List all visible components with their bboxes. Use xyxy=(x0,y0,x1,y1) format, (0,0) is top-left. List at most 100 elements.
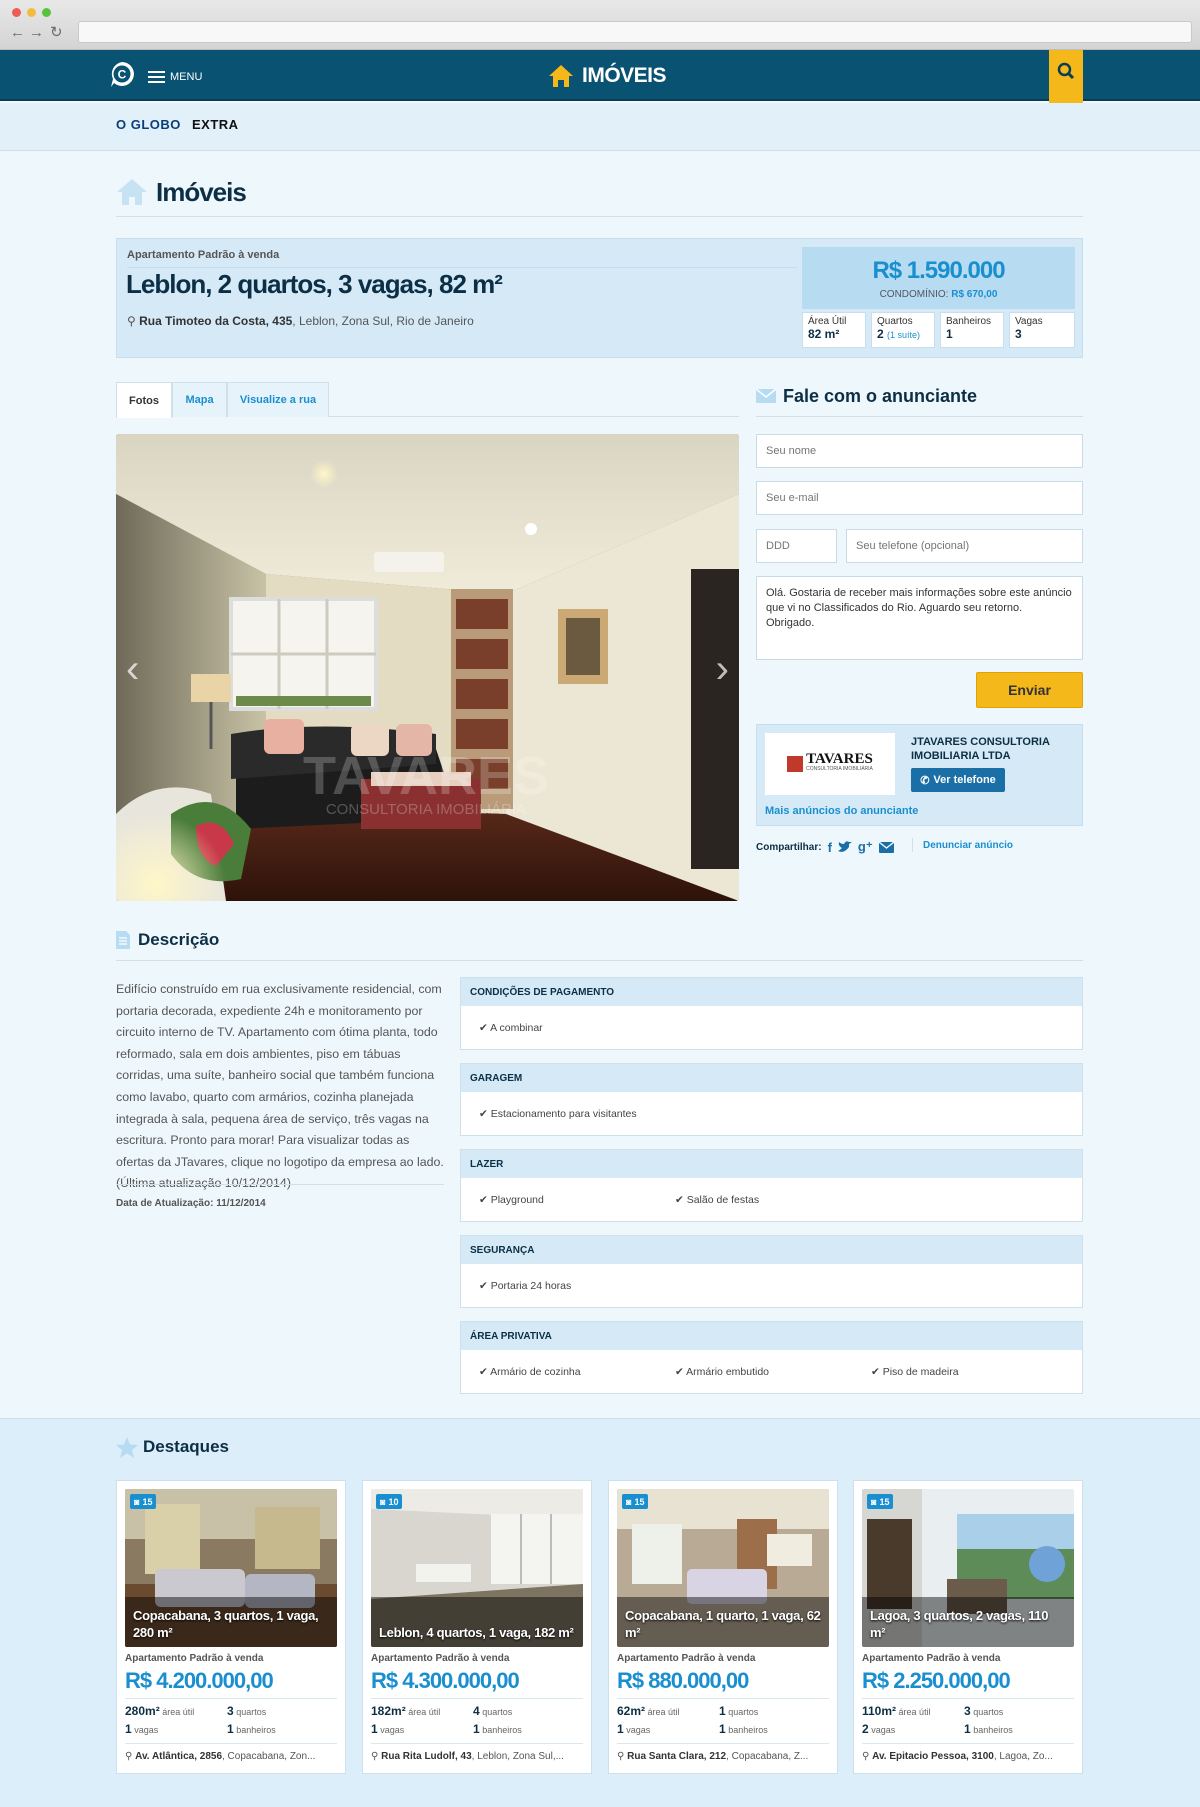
tab-fotos[interactable]: Fotos xyxy=(116,382,172,418)
next-photo-arrow-icon[interactable]: › xyxy=(716,649,729,689)
star-icon xyxy=(116,1437,138,1458)
extra-brand-link[interactable]: EXTRA xyxy=(192,117,239,132)
page-title: Imóveis xyxy=(156,177,247,207)
site-title[interactable]: IMÓVEIS xyxy=(548,62,667,90)
home-outline-icon xyxy=(117,179,147,205)
home-icon xyxy=(549,65,573,87)
minimize-window-dot[interactable] xyxy=(27,8,36,17)
stat-area: Área Útil 82 m² xyxy=(802,312,866,348)
photo-count-badge: ◙ 10 xyxy=(376,1494,403,1509)
maximize-window-dot[interactable] xyxy=(42,8,51,17)
card-price: R$ 4.300.000,00 xyxy=(371,1668,520,1693)
feature-item: ✔ Salão de festas xyxy=(675,1194,760,1206)
map-pin-icon: ⚲ xyxy=(862,1751,870,1762)
card-title: Lagoa, 3 quartos, 2 vagas, 110 m² xyxy=(870,1608,1049,1640)
feature-item: ✔ Portaria 24 horas xyxy=(479,1280,572,1292)
camera-icon: ◙ xyxy=(380,1496,386,1507)
highlight-card[interactable]: ◙ 15 Lagoa, 3 quartos, 2 vagas, 110 m² Ap… xyxy=(853,1480,1083,1774)
feature-item: ✔ Piso de madeira xyxy=(871,1366,959,1378)
report-ad-link[interactable]: Denunciar anúncio xyxy=(923,840,1013,851)
phone-input[interactable] xyxy=(846,529,1083,563)
highlight-card[interactable]: ◙ 15 Copacabana, 3 quartos, 1 vaga, 280 m… xyxy=(116,1480,346,1774)
twitter-icon[interactable] xyxy=(837,841,852,853)
media-tabs: Fotos Mapa Visualize a rua xyxy=(116,382,739,418)
price-box: R$ 1.590.000 CONDOMÍNIO: R$ 670,00 Área … xyxy=(802,247,1075,351)
divider xyxy=(116,216,1083,217)
feature-item: ✔ Armário embutido xyxy=(675,1366,770,1378)
condo-value: R$ 670,00 xyxy=(951,289,998,300)
send-button[interactable]: Enviar xyxy=(976,672,1083,708)
card-type: Apartamento Padrão à venda xyxy=(862,1653,1001,1664)
camera-icon: ◙ xyxy=(871,1496,877,1507)
highlight-card[interactable]: ◙ 15 Copacabana, 1 quarto, 1 vaga, 62 m² … xyxy=(608,1480,838,1774)
advertiser-box: TAVARES CONSULTORIA IMOBILIÁRIA JTAVARES… xyxy=(756,724,1083,826)
map-pin-icon: ⚲ xyxy=(371,1751,379,1762)
site-title-text: IMÓVEIS xyxy=(582,64,667,87)
advertiser-logo-mark: TAVARES CONSULTORIA IMOBILIÁRIA xyxy=(787,751,873,774)
tab-street-view[interactable]: Visualize a rua xyxy=(227,382,329,417)
previous-photo-arrow-icon[interactable]: ‹ xyxy=(126,649,139,689)
email-share-icon[interactable] xyxy=(878,841,894,853)
card-title: Leblon, 4 quartos, 1 vaga, 182 m² xyxy=(379,1625,574,1640)
divider xyxy=(371,1743,583,1744)
address-bar[interactable] xyxy=(78,21,1192,43)
close-window-dot[interactable] xyxy=(12,8,21,17)
living-room-photo: TAVARES CONSULTORIA IMOBILIÁRIA xyxy=(116,434,739,901)
photo-count-badge: ◙ 15 xyxy=(622,1494,649,1509)
tab-mapa[interactable]: Mapa xyxy=(172,382,227,417)
stat-value: 1 xyxy=(946,327,953,341)
listing-summary: Apartamento Padrão à venda Leblon, 2 qua… xyxy=(116,238,1083,358)
back-icon[interactable]: ← xyxy=(10,25,25,41)
price-panel: R$ 1.590.000 CONDOMÍNIO: R$ 670,00 xyxy=(802,247,1075,309)
listing-title: Leblon, 2 quartos, 3 vagas, 82 m² xyxy=(126,269,503,299)
card-photo: ◙ 15 Lagoa, 3 quartos, 2 vagas, 110 m² xyxy=(862,1489,1074,1647)
stat-value: 3 xyxy=(1015,327,1022,341)
update-date: Data de Atualização: 11/12/2014 xyxy=(116,1198,266,1209)
envelope-icon xyxy=(756,389,776,403)
search-icon xyxy=(1057,62,1075,80)
divider xyxy=(125,1743,337,1744)
stat-bathrooms: Banheiros 1 xyxy=(940,312,1004,348)
card-photo: ◙ 10 Leblon, 4 quartos, 1 vaga, 182 m² xyxy=(371,1489,583,1647)
name-input[interactable] xyxy=(756,434,1083,468)
oglobo-brand-link[interactable]: O GLOBO xyxy=(116,117,181,132)
listing-photo[interactable]: TAVARES CONSULTORIA IMOBILIÁRIA ‹ › xyxy=(116,434,739,901)
reload-icon[interactable]: ↻ xyxy=(50,25,63,41)
card-parking: 1 vagas xyxy=(617,1722,651,1736)
feature-box-private-area: ÁREA PRIVATIVA ✔ Armário de cozinha ✔ Ar… xyxy=(460,1321,1083,1394)
ddd-input[interactable] xyxy=(756,529,837,563)
show-phone-button[interactable]: ✆ Ver telefone xyxy=(911,768,1005,792)
card-area: 110m² área útil xyxy=(862,1704,931,1718)
card-bathrooms: 1 banheiros xyxy=(719,1722,768,1736)
feature-box-title: ÁREA PRIVATIVA xyxy=(461,1322,1082,1350)
feature-box-title: GARAGEM xyxy=(461,1064,1082,1092)
logo-square-icon xyxy=(787,756,804,772)
highlight-card[interactable]: ◙ 10 Leblon, 4 quartos, 1 vaga, 182 m² Ap… xyxy=(362,1480,592,1774)
divider xyxy=(125,1698,337,1699)
divider xyxy=(617,1743,829,1744)
email-input[interactable] xyxy=(756,481,1083,515)
feature-box-leisure: LAZER ✔ Playground ✔ Salão de festas xyxy=(460,1149,1083,1222)
photo-count-badge: ◙ 15 xyxy=(130,1494,157,1509)
forward-icon[interactable]: → xyxy=(29,25,44,41)
feature-item: ✔ Playground xyxy=(479,1194,544,1206)
advertiser-logo[interactable]: TAVARES CONSULTORIA IMOBILIÁRIA xyxy=(765,733,895,795)
card-address: ⚲ Av. Atlântica, 2856, Copacabana, Zon..… xyxy=(125,1751,316,1762)
svg-text:C: C xyxy=(118,68,127,82)
photo-count-badge: ◙ 15 xyxy=(867,1494,894,1509)
advertiser-logo-text: TAVARES xyxy=(806,751,873,767)
menu-button[interactable]: MENU xyxy=(148,68,202,86)
more-ads-link[interactable]: Mais anúncios do anunciante xyxy=(765,805,918,817)
card-photo: ◙ 15 Copacabana, 1 quarto, 1 vaga, 62 m² xyxy=(617,1489,829,1647)
brand-strip: O GLOBO EXTRA xyxy=(0,103,1200,151)
facebook-icon[interactable]: f xyxy=(828,840,832,855)
card-rooms: 4 quartos xyxy=(473,1704,513,1718)
divider xyxy=(371,1698,583,1699)
google-plus-icon[interactable]: g⁺ xyxy=(858,839,873,855)
search-button[interactable] xyxy=(1049,50,1083,105)
divider xyxy=(756,416,1083,417)
browser-toolbar: ← → ↻ xyxy=(0,0,1200,50)
site-logo-icon[interactable]: C xyxy=(108,60,136,88)
camera-icon: ◙ xyxy=(134,1496,140,1507)
message-textarea[interactable]: Olá. Gostaria de receber mais informaçõe… xyxy=(756,576,1083,660)
